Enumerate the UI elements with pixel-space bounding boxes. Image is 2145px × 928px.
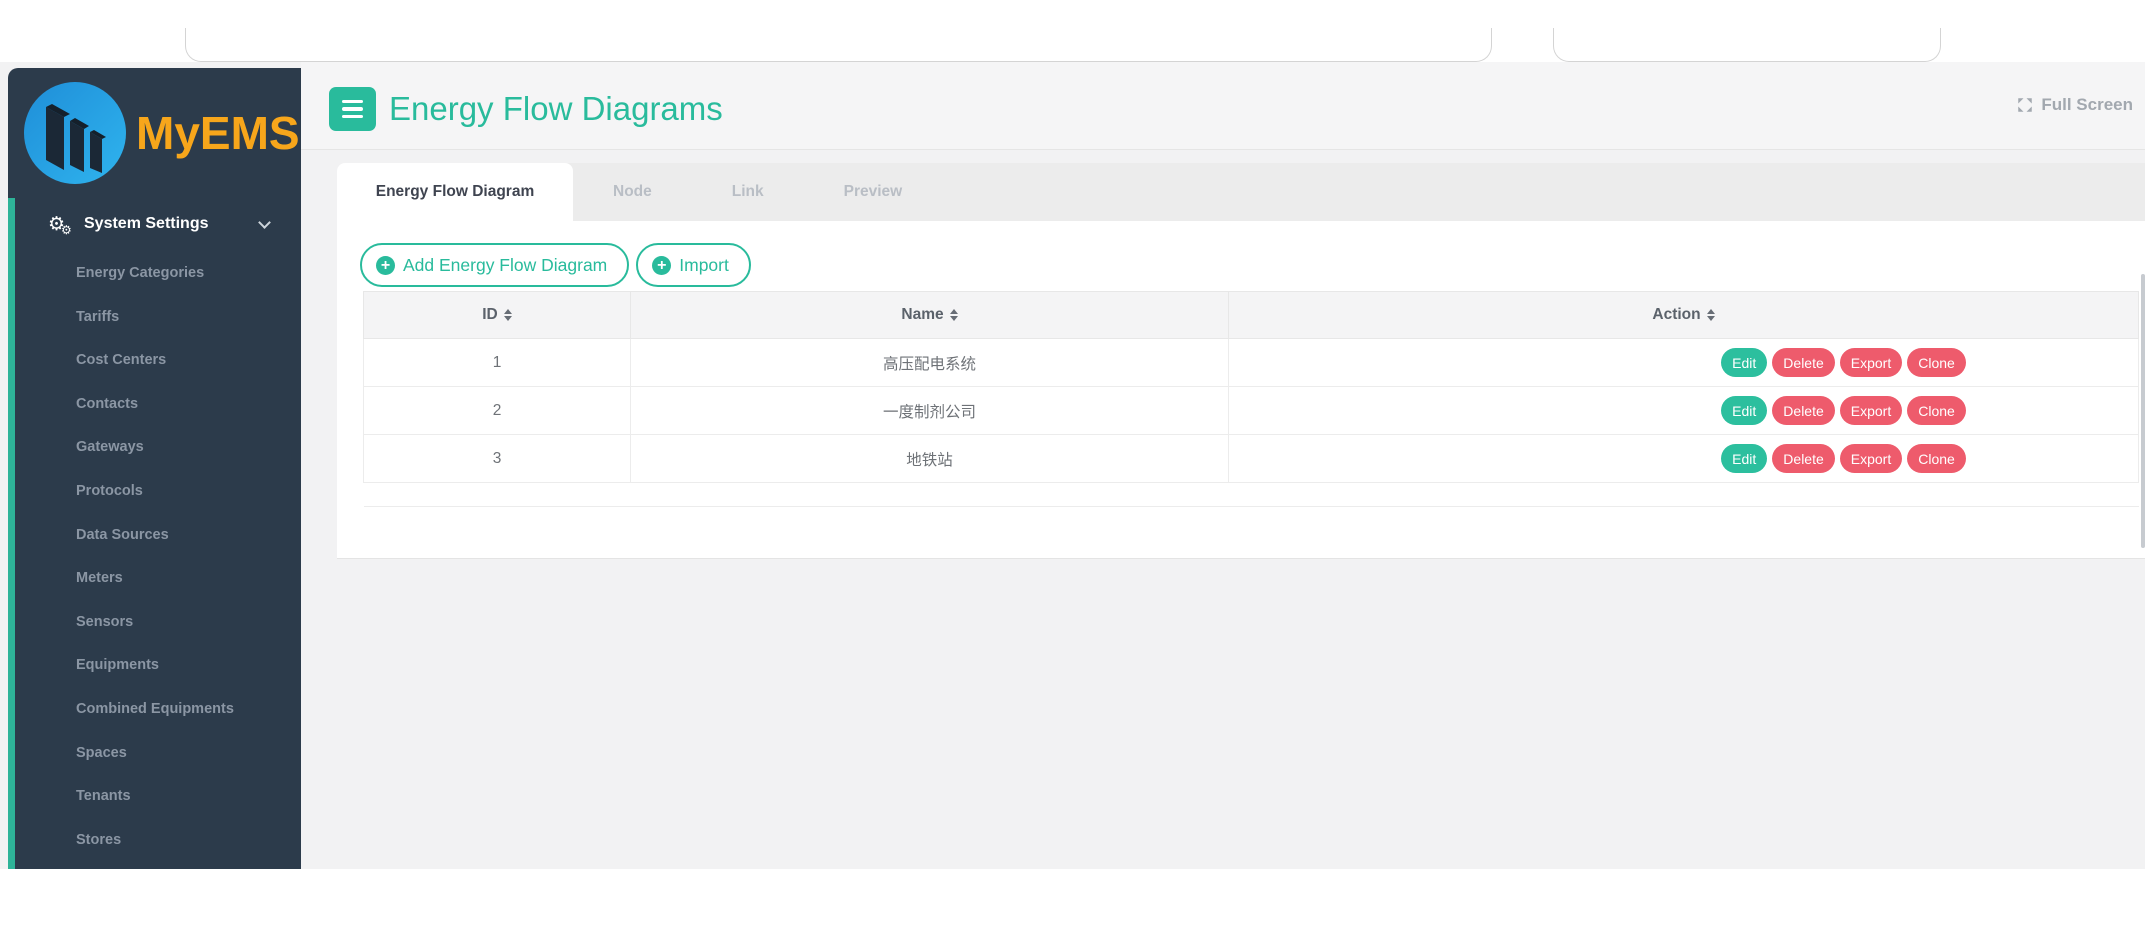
empty-cell (364, 483, 2139, 507)
myems-logo-icon (22, 80, 128, 186)
column-header-id[interactable]: ID (364, 292, 631, 339)
cell-id: 2 (364, 387, 631, 435)
sidebar-item-stores[interactable]: Stores (8, 819, 301, 863)
sidebar-item-combined-equipments[interactable]: Combined Equipments (8, 688, 301, 732)
cell-actions: EditDeleteExportClone (1229, 435, 2139, 483)
top-search-input[interactable] (185, 28, 1492, 62)
sidebar-item-spaces[interactable]: Spaces (8, 732, 301, 776)
sidebar-item-data-sources[interactable]: Data Sources (8, 514, 301, 558)
chevron-down-icon (258, 216, 271, 229)
add-energy-flow-diagram-button[interactable]: + Add Energy Flow Diagram (360, 243, 629, 287)
table-row: 1高压配电系统EditDeleteExportClone (364, 339, 2139, 387)
delete-button[interactable]: Delete (1772, 396, 1834, 425)
hamburger-icon[interactable] (329, 87, 376, 131)
browser-top-strip (0, 0, 2145, 62)
clone-button[interactable]: Clone (1907, 444, 1966, 473)
edit-button[interactable]: Edit (1721, 348, 1767, 377)
cell-actions: EditDeleteExportClone (1229, 339, 2139, 387)
sidebar-item-equipments[interactable]: Equipments (8, 644, 301, 688)
delete-button[interactable]: Delete (1772, 444, 1834, 473)
fullscreen-label: Full Screen (2041, 95, 2133, 115)
sort-icon (504, 309, 512, 322)
sort-icon (950, 309, 958, 322)
column-header-action[interactable]: Action (1229, 292, 2139, 339)
sidebar-item-sensors[interactable]: Sensors (8, 601, 301, 645)
sidebar-item-protocols[interactable]: Protocols (8, 470, 301, 514)
cell-actions: EditDeleteExportClone (1229, 387, 2139, 435)
table-row: 3地铁站EditDeleteExportClone (364, 435, 2139, 483)
app-logo-text: MyEMS (136, 106, 300, 160)
column-action-label: Action (1652, 306, 1700, 323)
top-secondary-input[interactable] (1553, 28, 1941, 62)
export-button[interactable]: Export (1840, 444, 1902, 473)
expand-arrows-icon (2016, 96, 2034, 114)
clone-button[interactable]: Clone (1907, 348, 1966, 377)
sidebar: MyEMS ⚙︎⚙︎ System Settings Energy Catego… (8, 68, 301, 869)
cogs-icon: ⚙︎⚙︎ (48, 215, 74, 234)
sidebar-section-label: System Settings (84, 215, 208, 233)
sidebar-item-cost-centers[interactable]: Cost Centers (8, 339, 301, 383)
page-background: MyEMS ⚙︎⚙︎ System Settings Energy Catego… (0, 62, 2145, 869)
tab-link[interactable]: Link (692, 163, 804, 221)
diagrams-table: ID Name Action 1高压配电系统EditDeleteExportCl… (363, 291, 2139, 507)
cell-id: 3 (364, 435, 631, 483)
scrollbar-thumb[interactable] (2141, 274, 2145, 548)
page-title: Energy Flow Diagrams (389, 90, 723, 128)
cell-name: 地铁站 (631, 435, 1229, 483)
cell-id: 1 (364, 339, 631, 387)
cell-name: 高压配电系统 (631, 339, 1229, 387)
plus-circle-icon: + (376, 256, 395, 275)
content-card: + Add Energy Flow Diagram + Import ID Na… (337, 221, 2145, 559)
column-id-label: ID (482, 306, 498, 323)
export-button[interactable]: Export (1840, 396, 1902, 425)
edit-button[interactable]: Edit (1721, 396, 1767, 425)
edit-button[interactable]: Edit (1721, 444, 1767, 473)
toolbar: + Add Energy Flow Diagram + Import (360, 243, 751, 287)
sidebar-section-system-settings[interactable]: ⚙︎⚙︎ System Settings (8, 198, 301, 250)
export-button[interactable]: Export (1840, 348, 1902, 377)
column-name-label: Name (901, 306, 943, 323)
clone-button[interactable]: Clone (1907, 396, 1966, 425)
sidebar-item-contacts[interactable]: Contacts (8, 383, 301, 427)
table-empty-row (364, 483, 2139, 507)
tab-preview[interactable]: Preview (804, 163, 943, 221)
sidebar-item-gateways[interactable]: Gateways (8, 426, 301, 470)
plus-circle-icon: + (652, 256, 671, 275)
cell-name: 一度制剂公司 (631, 387, 1229, 435)
column-header-name[interactable]: Name (631, 292, 1229, 339)
bottom-margin (0, 869, 2145, 928)
delete-button[interactable]: Delete (1772, 348, 1834, 377)
sidebar-item-energy-categories[interactable]: Energy Categories (8, 252, 301, 296)
sidebar-item-tenants[interactable]: Tenants (8, 775, 301, 819)
table-body: 1高压配电系统EditDeleteExportClone2一度制剂公司EditD… (364, 339, 2139, 507)
import-button[interactable]: + Import (636, 243, 751, 287)
tab-energy-flow-diagram[interactable]: Energy Flow Diagram (337, 163, 573, 221)
fullscreen-button[interactable]: Full Screen (2016, 95, 2133, 115)
import-button-label: Import (679, 255, 729, 276)
tabstrip: Energy Flow DiagramNodeLinkPreview (337, 163, 2145, 221)
sidebar-item-meters[interactable]: Meters (8, 557, 301, 601)
table-row: 2一度制剂公司EditDeleteExportClone (364, 387, 2139, 435)
content-header: Energy Flow Diagrams Full Screen (301, 62, 2145, 150)
add-button-label: Add Energy Flow Diagram (403, 255, 607, 276)
logo-block[interactable]: MyEMS (8, 68, 301, 198)
tab-node[interactable]: Node (573, 163, 692, 221)
sidebar-menu: Energy CategoriesTariffsCost CentersCont… (8, 252, 301, 862)
sort-icon (1707, 309, 1715, 322)
myems-admin-screen: MyEMS ⚙︎⚙︎ System Settings Energy Catego… (0, 0, 2145, 928)
sidebar-item-tariffs[interactable]: Tariffs (8, 296, 301, 340)
